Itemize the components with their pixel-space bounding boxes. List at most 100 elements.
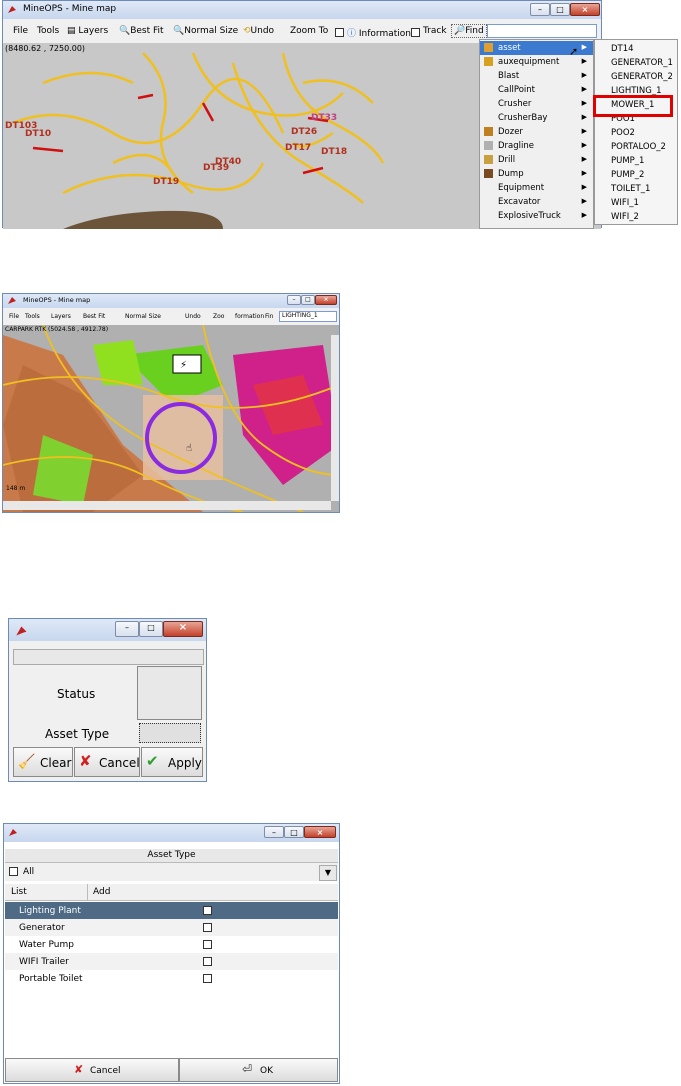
maximize-button[interactable]: □ [139, 621, 163, 637]
close-button[interactable]: × [570, 3, 600, 16]
minimize-button[interactable]: – [287, 295, 301, 305]
cancel-button[interactable]: ✘ Cancel [5, 1058, 179, 1082]
find-button[interactable]: Fin [265, 313, 273, 320]
drill-icon [484, 155, 493, 164]
list-item[interactable]: Water Pump [5, 936, 338, 953]
add-checkbox[interactable] [203, 957, 212, 966]
asset-type-list: Lighting Plant Generator Water Pump WIFI… [5, 902, 338, 1058]
asset-type-field[interactable] [139, 723, 201, 743]
submenu-item[interactable]: TOILET_1 [595, 182, 677, 196]
dialog-header: Asset Type [5, 849, 338, 863]
add-checkbox[interactable] [203, 923, 212, 932]
menu-item[interactable]: Dump ▶ [480, 167, 593, 181]
menu-item[interactable]: Blast ▶ [480, 69, 593, 83]
minimize-button[interactable]: – [264, 826, 284, 838]
find-button[interactable]: 🔎Find [451, 24, 487, 38]
menu-item[interactable]: Dragline ▶ [480, 139, 593, 153]
zoom-to-button[interactable]: Zoom To [290, 26, 328, 36]
menu-item[interactable]: Dozer ▶ [480, 125, 593, 139]
column-header-list[interactable]: List [11, 887, 27, 897]
cancel-button[interactable]: ✘ Cancel [74, 747, 140, 777]
undo-button[interactable]: Undo [185, 313, 201, 320]
information-label[interactable]: ⓘ Information [347, 26, 411, 39]
submenu-item[interactable]: WIFI_1 [595, 196, 677, 210]
clear-button[interactable]: 🧹 Clear [13, 747, 73, 777]
dropdown-arrow-icon[interactable]: ▼ [319, 865, 337, 881]
close-button[interactable]: × [163, 621, 203, 637]
chevron-right-icon: ▶ [581, 169, 587, 177]
maximize-button[interactable]: □ [550, 3, 570, 16]
find-input[interactable] [487, 24, 597, 38]
maximize-button[interactable]: □ [301, 295, 315, 305]
submenu-item[interactable]: GENERATOR_2 [595, 70, 677, 84]
map-label: DT33 [311, 113, 338, 123]
chevron-right-icon: ▶ [581, 197, 587, 205]
ok-button[interactable]: ⏎ OK [179, 1058, 338, 1082]
close-button[interactable]: × [315, 295, 337, 305]
layers-button[interactable]: Layers [51, 313, 71, 320]
x-icon: ✘ [74, 1063, 84, 1076]
list-item[interactable]: Portable Toilet [5, 970, 338, 987]
information-checkbox[interactable] [335, 28, 344, 37]
close-button[interactable]: × [304, 826, 336, 838]
status-field[interactable] [137, 666, 202, 720]
title-bar: MineOPS - Mine map – □ × [3, 294, 339, 308]
add-checkbox[interactable] [203, 940, 212, 949]
menu-tools[interactable]: Tools [37, 26, 59, 36]
all-label: All [23, 867, 35, 877]
submenu-item[interactable]: PUMP_1 [595, 154, 677, 168]
list-item-selected[interactable]: Lighting Plant [5, 902, 338, 919]
submenu-item[interactable]: GENERATOR_1 [595, 56, 677, 70]
minimize-button[interactable]: – [115, 621, 139, 637]
all-checkbox[interactable] [9, 867, 18, 876]
add-checkbox[interactable] [203, 974, 212, 983]
maximize-button[interactable]: □ [284, 826, 304, 838]
menu-item[interactable]: CallPoint ▶ [480, 83, 593, 97]
information-label[interactable]: formation [235, 313, 264, 320]
list-item[interactable]: Generator [5, 919, 338, 936]
submenu-item[interactable]: POO2 [595, 126, 677, 140]
menu-item[interactable]: Crusher ▶ [480, 97, 593, 111]
vertical-scrollbar[interactable] [331, 335, 339, 501]
list-item[interactable]: WIFI Trailer [5, 953, 338, 970]
all-row: All ▼ [5, 863, 338, 881]
chevron-right-icon: ▶ [581, 43, 587, 51]
zoom-to-button[interactable]: Zoo [213, 313, 224, 320]
menu-item[interactable]: ExplosiveTruck ▶ [480, 209, 593, 223]
best-fit-button[interactable]: 🔍Best Fit [119, 26, 164, 36]
menu-file[interactable]: File [9, 313, 19, 320]
menu-item[interactable]: Drill ▶ [480, 153, 593, 167]
track-checkbox[interactable] [411, 28, 420, 37]
submenu-item[interactable]: PORTALOO_2 [595, 140, 677, 154]
scale-bar: 148 m [6, 485, 26, 492]
menu-item[interactable]: CrusherBay ▶ [480, 111, 593, 125]
minimize-button[interactable]: – [530, 3, 550, 16]
apply-button[interactable]: ✔ Apply [141, 747, 203, 777]
app-icon [16, 626, 27, 636]
submenu-item[interactable]: WIFI_2 [595, 210, 677, 224]
layers-button[interactable]: ▤ Layers [67, 26, 108, 36]
menu-file[interactable]: File [13, 26, 28, 36]
find-input[interactable]: LIGHTING_1 [279, 311, 337, 322]
menu-tools[interactable]: Tools [25, 313, 40, 320]
dump-icon [484, 169, 493, 178]
toolbar: File Tools Layers Best Fit Normal Size U… [3, 310, 339, 324]
undo-button[interactable]: ⟲Undo [243, 26, 274, 36]
map-label: DT18 [321, 147, 348, 157]
column-header-add[interactable]: Add [93, 887, 110, 897]
horizontal-scrollbar[interactable] [3, 501, 331, 510]
menu-item[interactable]: Excavator ▶ [480, 195, 593, 209]
asset-submenu: DT14 GENERATOR_1 GENERATOR_2 LIGHTING_1 … [593, 39, 678, 225]
add-checkbox[interactable] [203, 906, 212, 915]
menu-item[interactable]: Equipment ▶ [480, 181, 593, 195]
map-label: DT10 [25, 129, 52, 139]
map-canvas[interactable]: ⚡ CARPARK RTK (5024.58 , 4912.78) 148 m … [3, 325, 339, 512]
normal-size-button[interactable]: Normal Size [125, 313, 161, 320]
normal-size-button[interactable]: 🔍Normal Size [173, 26, 238, 36]
asset-type-dialog: – □ × Asset Type All ▼ List Add Lighting… [3, 823, 340, 1084]
submenu-item[interactable]: DT14 [595, 42, 677, 56]
chevron-right-icon: ▶ [581, 155, 587, 163]
best-fit-button[interactable]: Best Fit [83, 313, 105, 320]
column-divider [87, 884, 88, 900]
submenu-item[interactable]: PUMP_2 [595, 168, 677, 182]
